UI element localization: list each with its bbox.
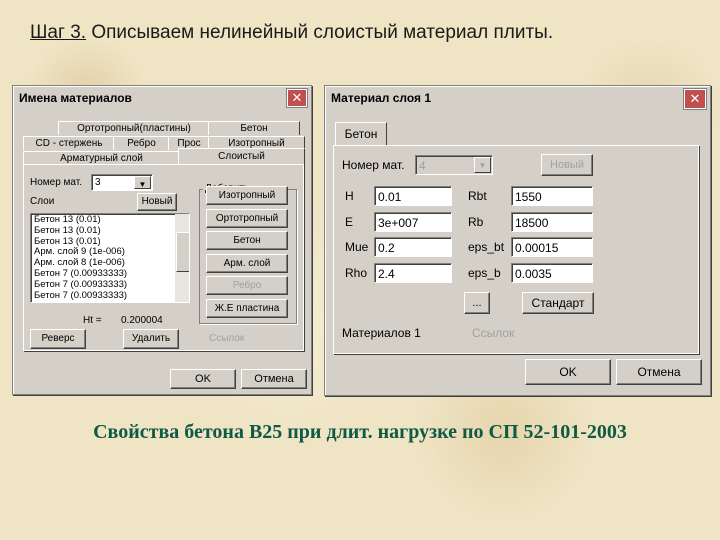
material-number-label: Номер мат. [30, 177, 83, 188]
material-number-select[interactable]: 3 ▼ [91, 174, 153, 191]
chevron-down-icon[interactable]: ▼ [134, 176, 151, 189]
tab-layered[interactable]: Слоистый [178, 148, 305, 165]
field-label: E [345, 214, 354, 229]
slide-title-text: Описываем нелинейный слоистый материал п… [86, 22, 554, 43]
dialog-title: Материал слоя 1 [331, 91, 432, 105]
layers-label: Слои [30, 196, 55, 207]
list-item[interactable]: Бетон 13 (0.01) [31, 225, 175, 237]
new-button[interactable]: Новый [137, 193, 177, 211]
value-input[interactable]: 18500 [511, 211, 593, 232]
dialog-title: Имена материалов [19, 91, 132, 105]
close-button[interactable]: ✕ [683, 88, 707, 110]
value-input[interactable]: 1550 [511, 186, 593, 206]
ok-button[interactable]: OK [170, 369, 236, 389]
tab-concrete[interactable]: Бетон [335, 122, 387, 145]
links-label: Ссылок [472, 326, 515, 340]
add-isotropic-button[interactable]: Изотропный [206, 186, 288, 205]
titlebar: Материал слоя 1 ✕ [327, 88, 708, 110]
cancel-button[interactable]: Отмена [241, 369, 307, 389]
list-item[interactable]: Бетон 7 (0.00933333) [31, 279, 175, 291]
close-button[interactable]: ✕ [286, 88, 308, 108]
layers-scrollbar[interactable] [175, 214, 189, 302]
value-input[interactable]: 3е+007 [374, 211, 452, 232]
tab-cd-rod[interactable]: CD - стержень [23, 136, 115, 150]
tab-rebar-layer[interactable]: Арматурный слой [23, 151, 180, 165]
field-label: Rho [345, 265, 368, 280]
value-input[interactable]: 0.0035 [511, 262, 593, 283]
tab-concrete[interactable]: Бетон [208, 121, 300, 135]
add-concrete-button[interactable]: Бетон [206, 231, 288, 250]
layers-scroll-thumb[interactable] [176, 232, 189, 272]
layers-list-items: Бетон 13 (0.01) Бетон 13 (0.01) Бетон 13 (… [31, 214, 175, 302]
add-rc-plate-button[interactable]: Ж.Е пластина [206, 298, 288, 318]
add-orthotropic-button[interactable]: Ортотропный [206, 208, 288, 228]
value-input[interactable]: 0.01 [374, 186, 452, 206]
cancel-button[interactable]: Отмена [616, 359, 702, 385]
material-number-value: 3 [95, 177, 101, 188]
list-item[interactable]: Бетон 7 (0.00933333) [31, 290, 175, 302]
materials-count-label: Материалов 1 [342, 326, 421, 340]
value-input[interactable]: 0.2 [374, 237, 452, 257]
layer-material-dialog: Материал слоя 1 ✕ Бетон Номер мат. 4 ▼ Н… [324, 85, 711, 396]
field-label: Rb [468, 214, 484, 229]
slide-title-step: Шаг 3. [30, 22, 87, 43]
layers-list[interactable]: Бетон 13 (0.01) Бетон 13 (0.01) Бетон 13 (… [30, 213, 190, 303]
tab-rib[interactable]: Ребро [113, 136, 170, 150]
standard-button[interactable]: Стандарт [522, 292, 594, 314]
value-input[interactable]: 2.4 [374, 262, 452, 283]
material-names-dialog: Имена материалов ✕ Ортотропный(пластины)… [12, 85, 312, 395]
field-label: Rbt [468, 189, 487, 203]
field-label: eps_bt [468, 240, 505, 254]
value-input[interactable]: 0.00015 [511, 237, 593, 257]
ht-label: Ht = [83, 315, 102, 326]
reverse-button[interactable]: Реверс [30, 329, 86, 349]
dots-button[interactable]: ... [464, 292, 490, 314]
field-label: Mue [345, 240, 369, 254]
titlebar: Имена материалов ✕ [15, 88, 309, 108]
links-label: Ссылок [209, 333, 245, 344]
chevron-down-icon[interactable]: ▼ [474, 157, 491, 173]
material-number-select[interactable]: 4 ▼ [415, 155, 493, 175]
ok-button[interactable]: OK [525, 359, 611, 385]
field-label: H [345, 189, 354, 203]
ht-value: 0.200004 [121, 315, 163, 326]
add-rebar-layer-button[interactable]: Арм. слой [206, 253, 288, 273]
field-label: eps_b [468, 265, 501, 280]
new-button[interactable]: Новый [541, 154, 593, 176]
delete-button[interactable]: Удалить [123, 329, 179, 349]
tab-orthotropic-plates[interactable]: Ортотропный(пластины) [58, 121, 210, 135]
add-rib-button[interactable]: Ребро [206, 276, 288, 295]
slide-caption: Свойства бетона В25 при длит. нагрузке п… [93, 421, 627, 443]
slide-title: Шаг 3. Описываем нелинейный слоистый мат… [30, 22, 553, 44]
material-number-label: Номер мат. [342, 158, 405, 172]
material-number-value: 4 [419, 159, 426, 173]
